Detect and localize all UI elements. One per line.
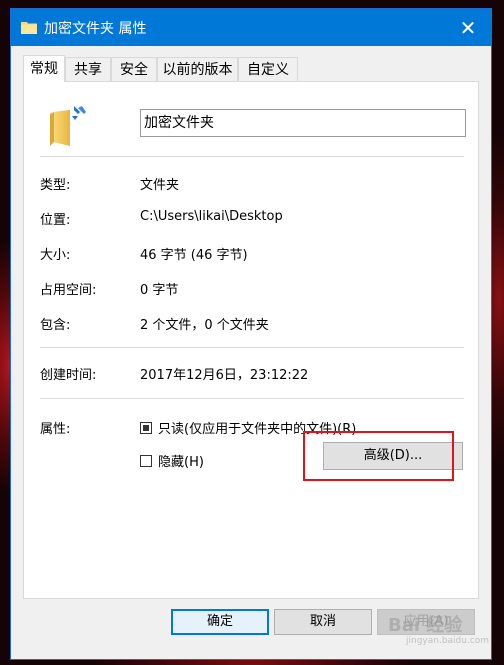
size-on-disk-value: 0 字节 [140,283,179,298]
hidden-checkbox[interactable] [140,455,152,467]
encrypted-folder-icon [50,106,86,146]
folder-icon [21,22,37,34]
tab-customize[interactable]: 自定义 [238,57,298,81]
size-value: 46 字节 (46 字节) [140,248,248,263]
readonly-checkbox[interactable] [140,422,152,434]
hidden-checkbox-label[interactable]: 隐藏(H) [158,451,204,470]
size-label: 大小: [40,248,71,263]
type-value: 文件夹 [140,178,180,193]
attributes-label: 属性: [40,422,71,437]
size-on-disk-label: 占用空间: [40,283,97,298]
location-label: 位置: [40,213,71,228]
tab-sharing[interactable]: 共享 [65,57,111,81]
properties-dialog: 加密文件夹 属性 ✕ 常规 共享 安全 以前的版本 自定义 加密文件夹 类型: … [10,8,492,660]
general-panel: 加密文件夹 类型: 文件夹 位置: C:\Users\likai\Desktop… [23,81,479,599]
contains-label: 包含: [40,318,71,333]
tab-strip: 常规 共享 安全 以前的版本 自定义 [23,55,479,82]
created-label: 创建时间: [40,368,97,383]
close-icon: ✕ [459,16,477,40]
tab-general[interactable]: 常规 [23,55,65,82]
type-label: 类型: [40,178,71,193]
ok-button[interactable]: 确定 [171,609,269,635]
close-button[interactable]: ✕ [457,17,479,39]
location-value: C:\Users\likai\Desktop [140,209,283,224]
tab-security[interactable]: 安全 [111,57,157,81]
created-value: 2017年12月6日，23:12:22 [140,368,309,383]
divider [40,347,464,348]
tab-previous-versions[interactable]: 以前的版本 [157,57,238,81]
cancel-button[interactable]: 取消 [274,609,372,635]
title-bar[interactable]: 加密文件夹 属性 ✕ [11,9,491,46]
highlight-annotation [303,431,454,481]
contains-value: 2 个文件，0 个文件夹 [140,318,269,333]
watermark-url: jingyan.baidu.com [406,636,490,646]
divider [40,156,464,157]
folder-name-input[interactable]: 加密文件夹 [140,109,466,137]
divider [40,398,464,399]
window-title: 加密文件夹 属性 [44,21,147,37]
